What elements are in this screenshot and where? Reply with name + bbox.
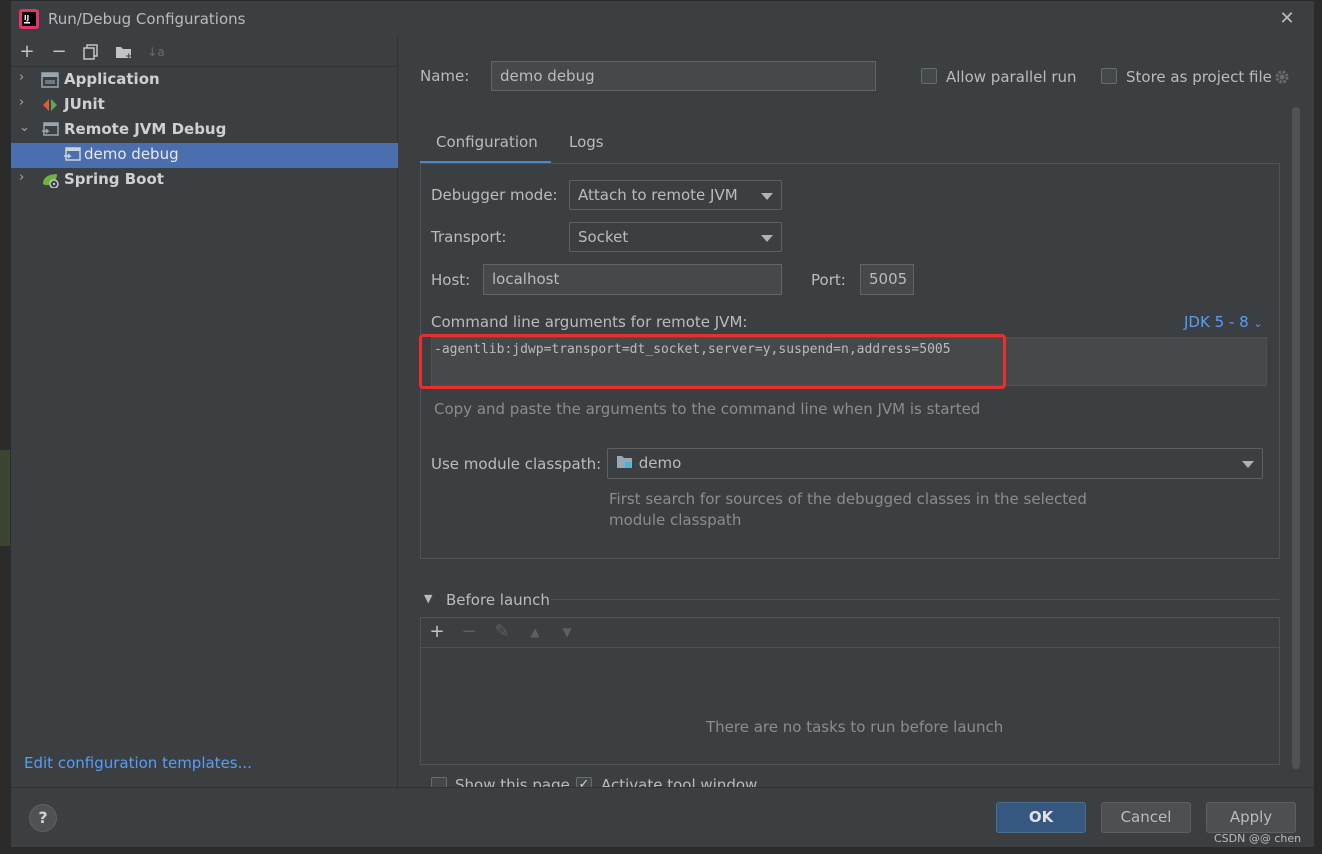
move-up-button[interactable]: ▲: [524, 621, 546, 643]
launch-options-row: Show this page ✓ Activate tool window: [399, 769, 1289, 787]
debugger-mode-value: Attach to remote JVM: [578, 186, 738, 204]
application-icon: [41, 72, 59, 88]
chevron-down-icon: [761, 193, 773, 200]
move-down-button[interactable]: ▼: [556, 621, 578, 643]
add-configuration-button[interactable]: +: [16, 41, 38, 63]
chevron-right-icon[interactable]: ›: [19, 95, 24, 110]
port-input[interactable]: 5005: [860, 264, 914, 295]
activate-tool-window-label: Activate tool window: [601, 776, 758, 787]
move-to-folder-button[interactable]: +: [113, 41, 135, 63]
vertical-scrollbar[interactable]: [1292, 107, 1300, 769]
configuration-tree-panel: + − + ↓a › Application › JUnit ⌄ Remote …: [11, 37, 398, 787]
tab-logs[interactable]: Logs: [569, 133, 604, 151]
activate-tool-window-checkbox[interactable]: ✓: [576, 777, 592, 787]
transport-label: Transport:: [431, 228, 507, 246]
module-hint-line-1: First search for sources of the debugged…: [609, 490, 1087, 508]
spring-boot-icon: [43, 174, 59, 188]
close-button[interactable]: ✕: [1275, 7, 1299, 31]
before-launch-panel: + − ✎ ▲ ▼ There are no tasks to run befo…: [420, 617, 1280, 765]
tree-item-spring-boot[interactable]: › Spring Boot: [11, 168, 398, 193]
transport-value: Socket: [578, 228, 629, 246]
tree-item-junit[interactable]: › JUnit: [11, 93, 398, 118]
debug-config-icon: [64, 147, 81, 161]
tree-toolbar: + − + ↓a: [11, 37, 398, 67]
tree-item-label: JUnit: [64, 95, 105, 113]
show-this-page-label: Show this page: [455, 776, 570, 787]
title-bar: IJ Run/Debug Configurations ✕: [11, 1, 1314, 37]
tree-item-application[interactable]: › Application: [11, 68, 398, 93]
watermark: CSDN @@ chen: [1214, 832, 1302, 845]
chevron-right-icon[interactable]: ›: [19, 70, 24, 85]
gear-icon[interactable]: [1274, 69, 1290, 85]
chevron-down-icon: ⌄: [1253, 317, 1263, 330]
tab-configuration[interactable]: Configuration: [436, 133, 538, 151]
run-debug-dialog: IJ Run/Debug Configurations ✕ + − + ↓a ›…: [10, 0, 1314, 847]
debugger-mode-label: Debugger mode:: [431, 186, 558, 204]
sort-button[interactable]: ↓a: [145, 41, 167, 63]
chevron-down-icon[interactable]: ▼: [424, 592, 432, 605]
remote-jvm-debug-icon: [42, 122, 59, 136]
before-launch-toolbar: + − ✎ ▲ ▼: [421, 618, 1279, 648]
debugger-mode-select[interactable]: Attach to remote JVM: [569, 180, 782, 210]
junit-icon: [43, 99, 57, 111]
ok-button[interactable]: OK: [996, 802, 1086, 833]
store-as-project-file-label: Store as project file: [1126, 68, 1272, 86]
tree-item-label: Spring Boot: [64, 170, 164, 188]
host-input[interactable]: localhost: [483, 264, 782, 295]
cmd-args-label: Command line arguments for remote JVM:: [431, 313, 748, 331]
port-label: Port:: [811, 271, 846, 289]
tree-item-remote-jvm-debug[interactable]: ⌄ Remote JVM Debug: [11, 118, 398, 143]
tree-item-label: Remote JVM Debug: [64, 120, 227, 138]
tree-item-label: demo debug: [84, 145, 179, 163]
no-tasks-message: There are no tasks to run before launch: [706, 718, 1004, 736]
apply-button[interactable]: Apply: [1206, 802, 1296, 833]
allow-parallel-run-label: Allow parallel run: [946, 68, 1077, 86]
chevron-down-icon: [1242, 461, 1254, 468]
transport-select[interactable]: Socket: [569, 222, 782, 252]
window-title: Run/Debug Configurations: [48, 10, 246, 28]
svg-text:+: +: [125, 52, 133, 60]
store-as-project-file-checkbox[interactable]: [1101, 68, 1117, 84]
jdk-version-text: JDK 5 - 8: [1184, 313, 1249, 331]
chevron-down-icon: [761, 235, 773, 242]
dialog-button-bar: ? OK Cancel Apply: [11, 787, 1314, 847]
help-button[interactable]: ?: [29, 804, 57, 832]
show-this-page-checkbox[interactable]: [431, 777, 447, 787]
name-input[interactable]: demo debug: [491, 61, 876, 91]
copy-configuration-button[interactable]: [80, 41, 102, 63]
module-classpath-value: demo: [638, 454, 682, 472]
host-label: Host:: [431, 271, 471, 289]
module-classpath-label: Use module classpath:: [431, 455, 602, 473]
edit-configuration-templates-link[interactable]: Edit configuration templates...: [24, 754, 252, 772]
config-tabs: Configuration Logs: [420, 127, 1290, 165]
background-ide-edge: [0, 0, 10, 854]
before-launch-label[interactable]: Before launch: [446, 591, 550, 609]
edit-task-button[interactable]: ✎: [491, 621, 513, 643]
add-task-button[interactable]: +: [426, 621, 448, 643]
tree-item-demo-debug[interactable]: demo debug: [11, 143, 398, 168]
remove-task-button[interactable]: −: [458, 621, 480, 643]
module-hint-line-2: module classpath: [609, 511, 742, 529]
folder-icon: +: [116, 47, 133, 62]
name-label: Name:: [420, 67, 470, 85]
module-folder-icon: [617, 456, 632, 468]
allow-parallel-run-checkbox[interactable]: [921, 68, 937, 84]
background-editor-fragment: [0, 450, 10, 546]
before-launch-separator: [551, 599, 1279, 600]
cancel-button[interactable]: Cancel: [1101, 802, 1191, 833]
svg-text:IJ: IJ: [24, 14, 29, 22]
chevron-right-icon[interactable]: ›: [19, 170, 24, 185]
module-classpath-select[interactable]: demo: [607, 448, 1263, 479]
tree-item-label: Application: [64, 70, 160, 88]
copy-icon: [83, 44, 98, 60]
configuration-detail-panel: Name: demo debug Allow parallel run Stor…: [399, 37, 1314, 787]
jdk-version-link[interactable]: JDK 5 - 8 ⌄: [1184, 313, 1263, 331]
intellij-app-icon: IJ: [19, 9, 39, 29]
red-highlight-box: [419, 334, 1006, 389]
chevron-down-icon[interactable]: ⌄: [19, 120, 30, 135]
cmd-args-hint: Copy and paste the arguments to the comm…: [434, 400, 981, 418]
remove-configuration-button[interactable]: −: [48, 41, 70, 63]
